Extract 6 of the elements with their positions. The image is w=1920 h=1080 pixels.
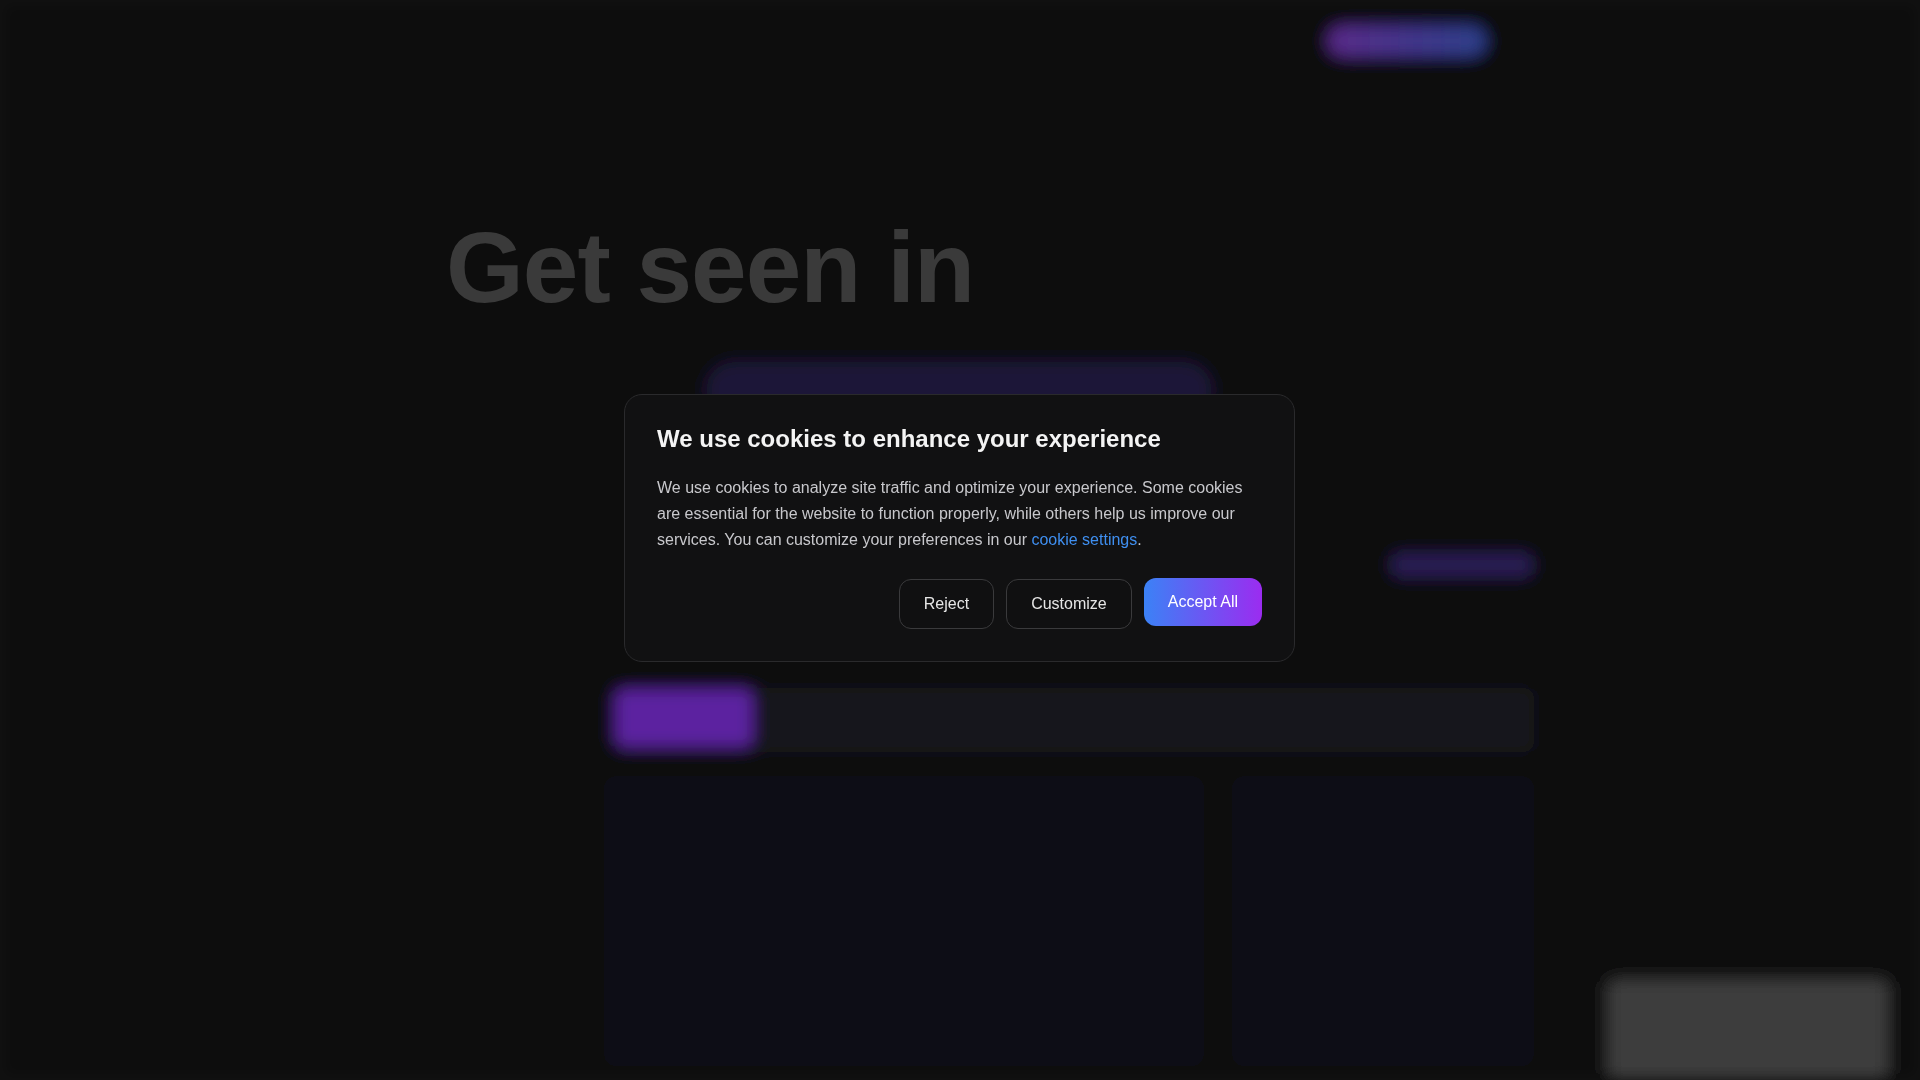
dialog-text: We use cookies to analyze site traffic and optimize your experience. Some cookies are essential for the website to function properly, while others help us improve our services. You can customize your preferences in our cookie settings.: [657, 478, 1244, 550]
dialog-button[interactable]: Reject: [898, 579, 995, 629]
dialog-button[interactable]: Customize: [1006, 579, 1132, 629]
accept-button[interactable]: Accept All: [1143, 578, 1262, 626]
dialog-title: We use cookies to enhance your experience: [657, 425, 1162, 453]
cookie-settings-link[interactable]: cookie settings: [1031, 531, 1138, 548]
